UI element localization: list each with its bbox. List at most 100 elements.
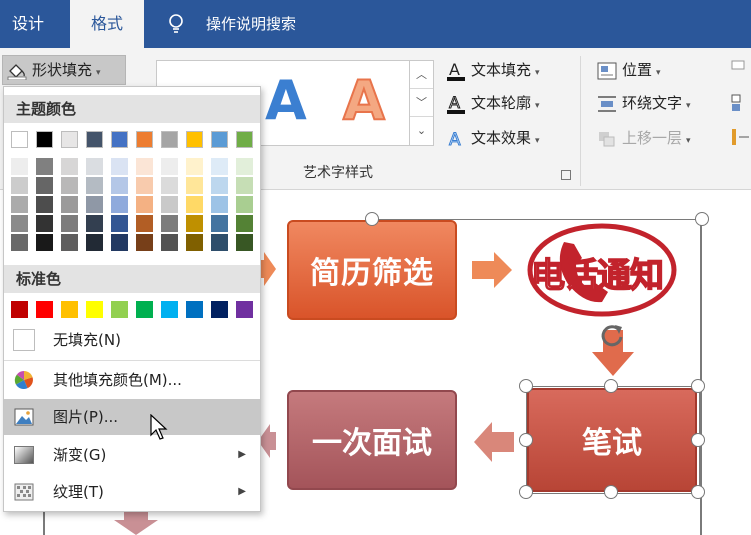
theme-tint-swatch[interactable] <box>186 196 203 213</box>
resize-handle-w[interactable] <box>519 433 533 447</box>
resize-handle-nw[interactable] <box>519 379 533 393</box>
wordart-style-blue[interactable]: A <box>265 69 307 132</box>
theme-tint-swatch[interactable] <box>86 158 103 175</box>
theme-tint-swatch[interactable] <box>36 234 53 251</box>
text-fill-button[interactable]: A 文本填充 ▾ <box>446 58 540 82</box>
theme-tint-swatch[interactable] <box>211 196 228 213</box>
tell-me-search[interactable]: 操作说明搜索 <box>206 0 296 48</box>
theme-tint-swatch[interactable] <box>36 215 53 232</box>
theme-color-swatch[interactable] <box>161 131 178 148</box>
theme-tint-swatch[interactable] <box>11 196 28 213</box>
theme-tint-swatch[interactable] <box>161 158 178 175</box>
standard-color-swatch[interactable] <box>136 301 153 318</box>
theme-tint-swatch[interactable] <box>211 215 228 232</box>
standard-color-swatch[interactable] <box>211 301 228 318</box>
theme-tint-swatch[interactable] <box>186 177 203 194</box>
theme-tint-swatch[interactable] <box>86 215 103 232</box>
theme-tint-swatch[interactable] <box>186 158 203 175</box>
theme-color-swatch[interactable] <box>36 131 53 148</box>
theme-tint-swatch[interactable] <box>161 234 178 251</box>
no-fill-item[interactable]: 无填充(N) <box>4 322 260 358</box>
theme-tint-swatch[interactable] <box>236 177 253 194</box>
theme-tint-swatch[interactable] <box>11 158 28 175</box>
theme-tint-swatch[interactable] <box>36 177 53 194</box>
theme-tint-swatch[interactable] <box>136 196 153 213</box>
theme-tint-swatch[interactable] <box>11 177 28 194</box>
theme-tint-swatch[interactable] <box>136 215 153 232</box>
resize-handle-ne[interactable] <box>691 379 705 393</box>
resize-handle-s[interactable] <box>604 485 618 499</box>
theme-tint-swatch[interactable] <box>161 215 178 232</box>
theme-tint-swatch[interactable] <box>211 158 228 175</box>
theme-tint-swatch[interactable] <box>86 234 103 251</box>
standard-color-swatch[interactable] <box>186 301 203 318</box>
standard-color-swatch[interactable] <box>236 301 253 318</box>
group-handle[interactable] <box>365 212 379 226</box>
theme-tint-swatch[interactable] <box>236 234 253 251</box>
tab-design[interactable]: 设计 <box>12 0 44 48</box>
picture-fill-item[interactable]: 图片(P)... <box>4 399 260 435</box>
theme-tint-swatch[interactable] <box>11 234 28 251</box>
align-icon[interactable] <box>731 60 751 78</box>
gallery-down-icon[interactable]: ﹀ <box>410 89 433 117</box>
theme-tint-swatch[interactable] <box>61 215 78 232</box>
resize-handle-e[interactable] <box>691 433 705 447</box>
texture-item[interactable]: 纹理(T) ▶ <box>4 474 260 510</box>
theme-tint-swatch[interactable] <box>111 158 128 175</box>
gradient-item[interactable]: 渐变(G) ▶ <box>4 437 260 473</box>
theme-tint-swatch[interactable] <box>136 158 153 175</box>
theme-tint-swatch[interactable] <box>111 196 128 213</box>
theme-tint-swatch[interactable] <box>11 215 28 232</box>
wordart-style-orange[interactable]: A <box>342 68 386 133</box>
theme-tint-swatch[interactable] <box>236 215 253 232</box>
theme-tint-swatch[interactable] <box>161 196 178 213</box>
text-outline-button[interactable]: A 文本轮廓 ▾ <box>446 91 540 115</box>
shape-fill-button[interactable]: 形状填充 ▾ <box>2 55 126 85</box>
standard-color-swatch[interactable] <box>36 301 53 318</box>
theme-tint-swatch[interactable] <box>36 196 53 213</box>
theme-tint-swatch[interactable] <box>211 234 228 251</box>
theme-tint-swatch[interactable] <box>211 177 228 194</box>
theme-tint-swatch[interactable] <box>186 234 203 251</box>
theme-color-swatch[interactable] <box>111 131 128 148</box>
shape-first-interview[interactable]: 一次面试 <box>287 390 457 490</box>
standard-color-swatch[interactable] <box>111 301 128 318</box>
rotate-handle-icon[interactable] <box>599 322 625 348</box>
group-objects-icon[interactable] <box>731 94 751 112</box>
theme-color-swatch[interactable] <box>186 131 203 148</box>
resize-handle-se[interactable] <box>691 485 705 499</box>
resize-handle-sw[interactable] <box>519 485 533 499</box>
theme-tint-swatch[interactable] <box>61 177 78 194</box>
theme-color-swatch[interactable] <box>11 131 28 148</box>
standard-color-swatch[interactable] <box>86 301 103 318</box>
theme-color-swatch[interactable] <box>86 131 103 148</box>
standard-color-swatch[interactable] <box>161 301 178 318</box>
dialog-launcher-icon[interactable] <box>561 170 571 180</box>
theme-color-swatch[interactable] <box>136 131 153 148</box>
theme-tint-swatch[interactable] <box>136 234 153 251</box>
theme-tint-swatch[interactable] <box>86 196 103 213</box>
theme-tint-swatch[interactable] <box>86 177 103 194</box>
theme-tint-swatch[interactable] <box>61 158 78 175</box>
theme-tint-swatch[interactable] <box>36 158 53 175</box>
theme-tint-swatch[interactable] <box>161 177 178 194</box>
bring-forward-button[interactable]: 上移一层 ▾ <box>597 126 691 150</box>
theme-tint-swatch[interactable] <box>61 234 78 251</box>
resize-handle-n[interactable] <box>604 379 618 393</box>
theme-tint-swatch[interactable] <box>236 196 253 213</box>
standard-color-swatch[interactable] <box>11 301 28 318</box>
standard-color-swatch[interactable] <box>61 301 78 318</box>
gallery-up-icon[interactable]: ︿ <box>410 61 433 89</box>
theme-color-swatch[interactable] <box>211 131 228 148</box>
position-button[interactable]: 位置 ▾ <box>597 58 661 82</box>
wrap-text-button[interactable]: 环绕文字 ▾ <box>597 91 691 115</box>
theme-tint-swatch[interactable] <box>136 177 153 194</box>
theme-tint-swatch[interactable] <box>111 234 128 251</box>
theme-tint-swatch[interactable] <box>111 177 128 194</box>
theme-color-swatch[interactable] <box>236 131 253 148</box>
text-effects-button[interactable]: A 文本效果 ▾ <box>446 126 540 150</box>
theme-tint-swatch[interactable] <box>61 196 78 213</box>
phone-notice-text[interactable]: 电话通知 <box>530 248 665 297</box>
gallery-more-icon[interactable]: ⌄ <box>410 117 433 145</box>
tab-format[interactable]: 格式 <box>70 0 144 48</box>
